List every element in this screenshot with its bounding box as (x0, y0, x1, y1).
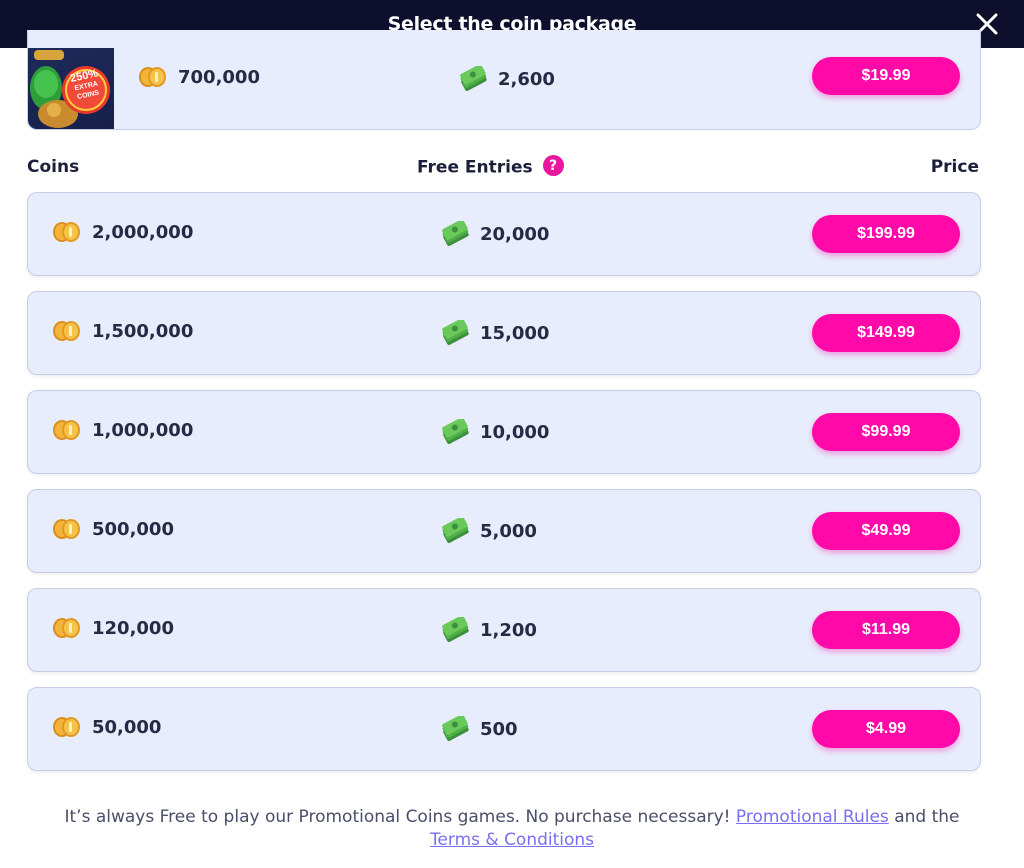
cash-stack-icon (440, 518, 470, 544)
cash-stack-icon (440, 716, 470, 742)
gold-coin-stack-icon (52, 320, 82, 342)
cash-stack-icon (440, 419, 470, 445)
package-row[interactable]: 120,000 1,200 $11.99 (27, 588, 981, 672)
footer-disclaimer: It’s always Free to play our Promotional… (0, 806, 1024, 852)
promotional-rules-link[interactable]: Promotional Rules (736, 807, 889, 827)
price-button[interactable]: $4.99 (812, 710, 960, 748)
package-entries: 15,000 (440, 320, 549, 346)
price-button[interactable]: $99.99 (812, 413, 960, 451)
package-row[interactable]: 1,500,000 15,000 $149.99 (27, 291, 981, 375)
footer-and-text: and the (894, 807, 960, 827)
gold-coin-stack-icon (52, 716, 82, 738)
package-entries: 5,000 (440, 518, 537, 544)
featured-package-row[interactable]: 250% EXTRA COINS 700,000 2,600 $19.99 (27, 30, 981, 130)
coins-column-header: Coins (27, 157, 80, 177)
terms-conditions-link[interactable]: Terms & Conditions (430, 830, 594, 850)
cash-stack-icon (440, 320, 470, 346)
package-entries: 10,000 (440, 419, 549, 445)
footer-text: It’s always Free to play our Promotional… (64, 807, 731, 827)
price-button[interactable]: $11.99 (812, 611, 960, 649)
package-row[interactable]: 500,000 5,000 $49.99 (27, 489, 981, 573)
featured-coins: 700,000 (138, 66, 260, 88)
gold-coin-stack-icon (52, 617, 82, 639)
package-coins: 2,000,000 (52, 221, 193, 243)
promo-thumbnail: 250% EXTRA COINS (28, 48, 114, 129)
free-entries-column-header: Free Entries? (417, 155, 564, 178)
cash-stack-icon (440, 221, 470, 247)
package-coins: 120,000 (52, 617, 174, 639)
package-coins: 50,000 (52, 716, 161, 738)
price-column-header: Price (930, 157, 979, 177)
gold-coin-stack-icon (52, 221, 82, 243)
price-button[interactable]: $199.99 (812, 215, 960, 253)
free-entries-label: Free Entries (417, 157, 533, 178)
gold-coin-stack-icon (138, 66, 168, 88)
price-button[interactable]: $149.99 (812, 314, 960, 352)
package-entries: 500 (440, 716, 518, 742)
package-row[interactable]: 2,000,000 20,000 $199.99 (27, 192, 981, 276)
price-button[interactable]: $49.99 (812, 512, 960, 550)
package-coins: 500,000 (52, 518, 174, 540)
gold-coin-stack-icon (52, 518, 82, 540)
cash-stack-icon (458, 66, 488, 92)
gold-coin-stack-icon (52, 419, 82, 441)
question-mark-icon[interactable]: ? (542, 155, 564, 176)
featured-price-button[interactable]: $19.99 (812, 57, 960, 95)
package-coins: 1,500,000 (52, 320, 193, 342)
package-entries: 20,000 (440, 221, 549, 247)
cash-stack-icon (440, 617, 470, 643)
featured-entries: 2,600 (458, 66, 555, 92)
package-coins: 1,000,000 (52, 419, 193, 441)
package-row[interactable]: 50,000 500 $4.99 (27, 687, 981, 771)
package-entries: 1,200 (440, 617, 537, 643)
package-row[interactable]: 1,000,000 10,000 $99.99 (27, 390, 981, 474)
